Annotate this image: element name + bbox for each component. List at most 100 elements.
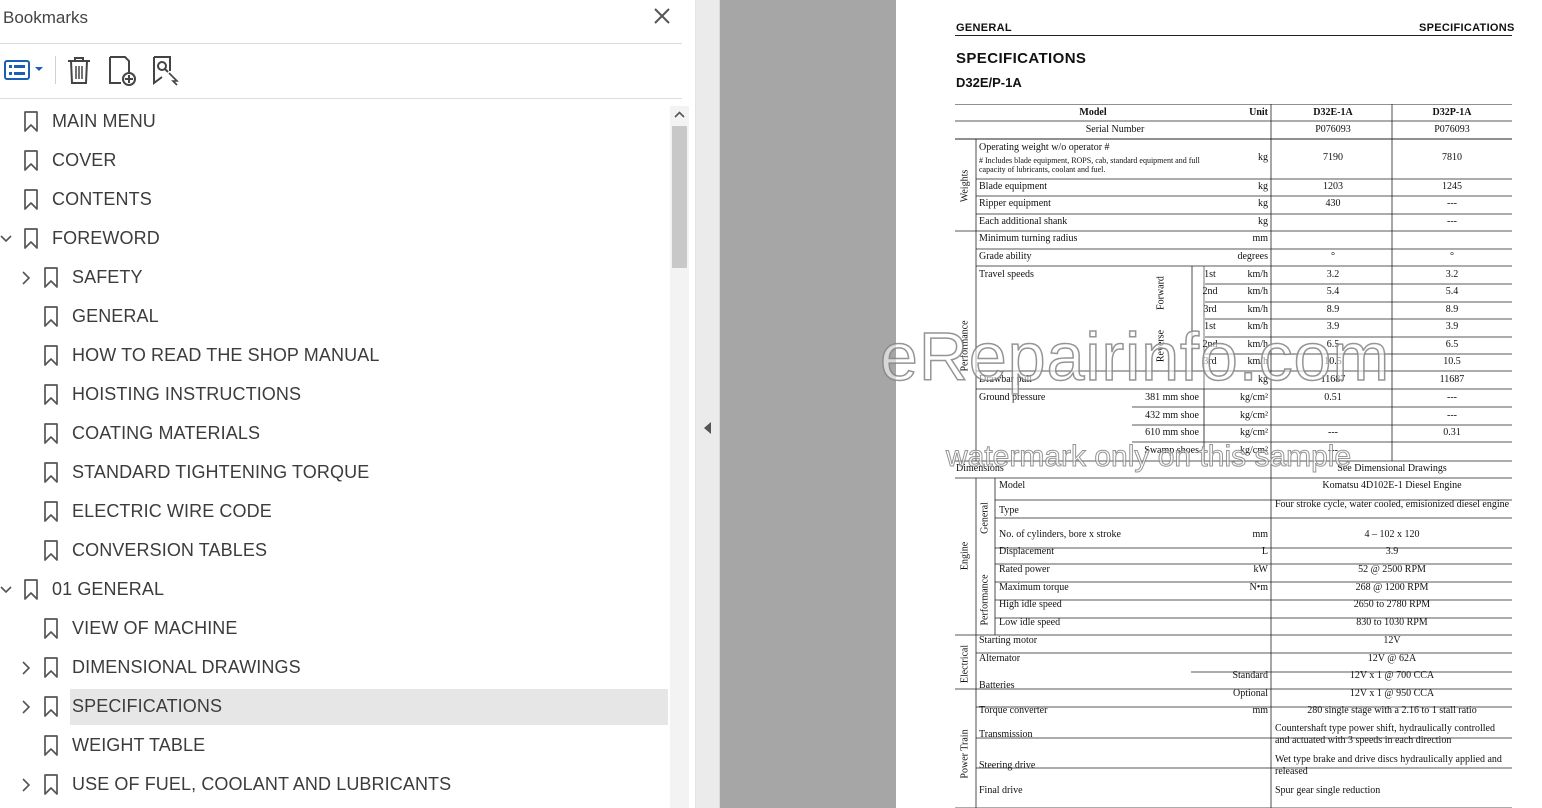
bookmark-item[interactable]: STANDARD TIGHTENING TORQUE [0,455,668,491]
bookmark-icon [44,306,58,327]
collapse-panel-button[interactable] [703,421,713,435]
bookmark-icon [24,150,38,171]
bookmark-label[interactable]: COVER [52,150,117,171]
find-bookmark-button[interactable] [149,53,183,87]
bookmark-label[interactable]: CONVERSION TABLES [72,540,267,561]
row-unit: km/h [1247,286,1268,297]
bookmark-label[interactable]: HOW TO READ THE SHOP MANUAL [72,345,379,366]
bookmark-icon [44,696,58,717]
scroll-up-button[interactable] [670,106,689,124]
delete-bookmark-button[interactable] [64,53,94,87]
row-value: 6.5 [1445,339,1459,350]
bookmark-icon [44,462,58,483]
chevron-right-icon[interactable] [19,270,33,286]
bookmark-item[interactable]: GENERAL [0,299,668,335]
group-electrical: Electrical [959,644,971,684]
panel-title: Bookmarks [3,8,89,27]
bookmark-label[interactable]: MAIN MENU [52,111,156,132]
list-options-icon [4,60,43,80]
bookmark-item[interactable]: DIMENSIONAL DRAWINGS [0,650,668,686]
bookmarks-panel: Bookmarks MAIN MENU COVER CONTENTS FOREW… [0,0,696,808]
bookmark-item[interactable]: 01 GENERAL [0,572,668,608]
row-label: Minimum turning radius [979,233,1078,244]
group-forward: Forward [1155,276,1167,310]
row-unit: mm [1252,529,1268,540]
row-label: Ripper equipment [979,198,1051,209]
bookmarks-scrollbar[interactable] [670,106,689,808]
serial-label: Serial Number [1085,124,1145,135]
bookmark-icon [24,189,38,210]
bookmark-item[interactable]: FOREWORD [0,221,668,257]
running-header-rule [955,35,1512,36]
row-value: 3.2 [1445,269,1459,280]
chevron-right-icon[interactable] [19,660,33,676]
bookmark-label[interactable]: SAFETY [72,267,143,288]
row-unit: Optional [1233,688,1268,699]
bookmark-item[interactable]: USE OF FUEL, COOLANT AND LUBRICANTS [0,767,668,803]
group-weights: Weights [959,169,971,203]
bookmark-item[interactable]: WEIGHT TABLE [0,728,668,764]
bookmark-options-button[interactable] [3,53,47,87]
bookmark-item[interactable]: VIEW OF MACHINE [0,611,668,647]
bookmark-label[interactable]: ELECTRIC WIRE CODE [72,501,272,522]
row-value: 52 @ 2500 RPM [1358,564,1426,575]
bookmark-icon [24,579,38,600]
row-label: No. of cylinders, bore x stroke [999,529,1121,540]
row-unit: mm [1252,705,1268,716]
watermark: eRepairinfo.com [879,318,1391,396]
bookmark-label[interactable]: GENERAL [72,306,159,327]
bookmark-label[interactable]: HOISTING INSTRUCTIONS [72,384,301,405]
col-header-model: Model [1079,107,1107,118]
running-header-right: SPECIFICATIONS [1419,22,1515,34]
row-value: Four stroke cycle, water cooled, emision… [1275,499,1510,510]
bookmark-label[interactable]: FOREWORD [52,228,160,249]
row-value: 430 [1325,198,1341,209]
close-panel-button[interactable] [650,4,674,28]
row-value: 830 to 1030 RPM [1356,617,1428,628]
row-label: Final drive [979,785,1023,796]
row-value: 7810 [1442,152,1462,163]
bookmark-item[interactable]: SPECIFICATIONS [0,689,668,725]
document-page: GENERAL SPECIFICATIONS SPECIFICATIONS D3… [896,0,1542,808]
row-value: 3.9 [1445,321,1459,332]
chevron-right-icon[interactable] [19,699,33,715]
row-label: Starting motor [979,635,1038,646]
bookmark-item[interactable]: HOW TO READ THE SHOP MANUAL [0,338,668,374]
bookmark-item[interactable]: MAIN MENU [0,104,668,140]
chevron-down-icon[interactable] [0,231,13,247]
chevron-right-icon[interactable] [19,777,33,793]
bookmark-label[interactable]: COATING MATERIALS [72,423,260,444]
row-label: Maximum torque [999,582,1069,593]
bookmark-label[interactable]: SPECIFICATIONS [72,696,222,717]
bookmark-label[interactable]: DIMENSIONAL DRAWINGS [72,657,301,678]
scrollbar-thumb[interactable] [672,126,687,268]
row-unit: kg [1258,181,1268,192]
bookmark-label[interactable]: STANDARD TIGHTENING TORQUE [72,462,369,483]
bookmark-label[interactable]: 01 GENERAL [52,579,164,600]
bookmark-item[interactable]: CONTENTS [0,182,668,218]
bookmark-item[interactable]: COATING MATERIALS [0,416,668,452]
bookmark-item[interactable]: COVER [0,143,668,179]
bookmark-label[interactable]: CONTENTS [52,189,152,210]
bookmark-icon [44,618,58,639]
row-label: Rated power [999,564,1050,575]
model-subtitle: D32E/P-1A [956,75,1022,90]
add-bookmark-button[interactable] [105,53,139,87]
col-header-unit: Unit [1249,107,1268,118]
row-label: Blade equipment [979,181,1048,192]
bookmark-icon [44,774,58,795]
bookmark-label[interactable]: WEIGHT TABLE [72,735,205,756]
close-icon [654,8,670,24]
chevron-down-icon[interactable] [0,582,13,598]
gear-label: 1st [1204,269,1216,280]
bookmark-label[interactable]: VIEW OF MACHINE [72,618,238,639]
row-label: Travel speeds [979,269,1034,280]
bookmark-label[interactable]: USE OF FUEL, COOLANT AND LUBRICANTS [72,774,451,795]
bookmark-item[interactable]: SAFETY [0,260,668,296]
bookmark-item[interactable]: ELECTRIC WIRE CODE [0,494,668,530]
toolbar-divider [55,56,56,84]
page-title: SPECIFICATIONS [956,50,1087,67]
bookmark-item[interactable]: CONVERSION TABLES [0,533,668,569]
bookmark-item[interactable]: HOISTING INSTRUCTIONS [0,377,668,413]
col-header-d32e: D32E-1A [1313,107,1353,118]
